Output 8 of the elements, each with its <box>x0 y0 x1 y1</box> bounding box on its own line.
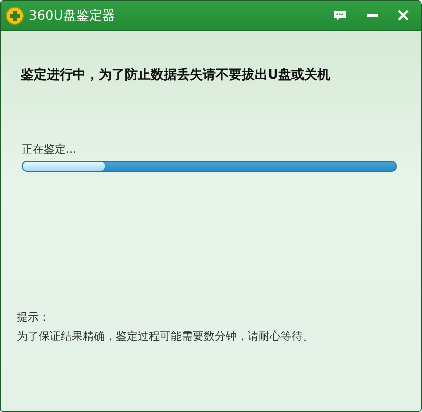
progress-label: 正在鉴定... <box>22 142 78 157</box>
close-icon[interactable] <box>398 10 409 21</box>
warning-heading: 鉴定进行中，为了防止数据丢失请不要拔出U盘或关机 <box>21 66 332 84</box>
plus-logo-icon <box>6 6 24 24</box>
hint-message: 为了保证结果精确，鉴定过程可能需要数分钟，请耐心等待。 <box>17 329 315 345</box>
window-title: 360U盘鉴定器 <box>29 8 116 24</box>
chat-bubble-icon[interactable] <box>333 10 347 22</box>
hint-label: 提示： <box>17 310 51 326</box>
